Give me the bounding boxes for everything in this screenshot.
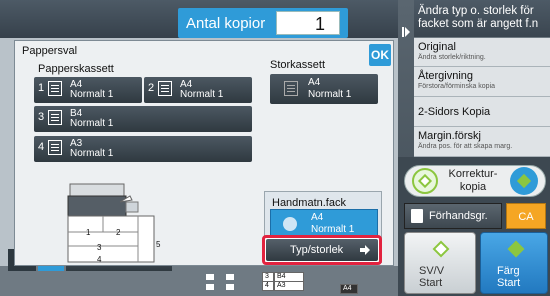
- tray-number: 2: [148, 82, 155, 94]
- rp-item-duplex[interactable]: 2-Sidors Kopia: [414, 97, 550, 127]
- tray-icon: [226, 284, 234, 290]
- color-start-button[interactable]: Färg Start: [480, 232, 548, 294]
- right-panel-header: Ändra typ o. storlek för facket som är a…: [414, 0, 550, 38]
- machine-tray-3: 3: [97, 243, 102, 252]
- ok-button[interactable]: OK: [369, 44, 391, 66]
- rp-item-original[interactable]: Original Ändra storlek/riktning.: [414, 38, 550, 67]
- tray-icon: [48, 140, 62, 155]
- bypass-tray-size: A4: [311, 212, 324, 223]
- copies-label: Antal kopior: [186, 15, 266, 32]
- diamond-icon: [432, 240, 450, 258]
- proof-color-icon[interactable]: [510, 167, 538, 195]
- copies-box: Antal kopior 1: [178, 8, 348, 38]
- large-tray[interactable]: A4 Normalt 1: [270, 74, 378, 104]
- bypass-tray-icon: [283, 217, 297, 231]
- paper-output-size: A4: [340, 284, 358, 294]
- bottom-tray-indicator: 3 B4 4 A3 A4: [206, 270, 358, 294]
- proof-bw-icon: [412, 168, 438, 194]
- bypass-label: Handmatn.fack: [272, 197, 346, 209]
- tray-type: Normalt 1: [308, 89, 352, 100]
- tray-icon: [48, 110, 62, 125]
- preview-button[interactable]: Förhandsgr.: [404, 203, 502, 229]
- rp-item-margin-shift[interactable]: Margin.förskj Ändra pos. för att skapa m…: [414, 127, 550, 157]
- color-start-line2: Start: [497, 277, 521, 289]
- tray-type: Normalt 1: [180, 89, 224, 100]
- large-tray-icon: [284, 81, 298, 96]
- paper-tray-num: 4: [262, 281, 274, 291]
- tray-4[interactable]: 4 A3 Normalt 1: [34, 136, 252, 162]
- tray-icon: [158, 81, 172, 96]
- copies-input[interactable]: 1: [276, 11, 340, 35]
- tray-type: Normalt 1: [70, 118, 114, 129]
- arrow-right-icon: [360, 245, 370, 255]
- rp-item-reproduction[interactable]: Återgivning Förstora/förminska kopia: [414, 67, 550, 97]
- bw-start-line2: Start: [419, 277, 443, 289]
- large-tray-label: Storkassett: [270, 59, 326, 71]
- tray-icon: [48, 81, 62, 96]
- machine-tray-5: 5: [156, 240, 161, 249]
- preview-icon: [411, 209, 423, 223]
- arrow-right-icon: [402, 27, 410, 37]
- panel-title: Pappersval: [22, 45, 78, 57]
- tray-icon: [226, 274, 234, 280]
- tray-3[interactable]: 3 B4 Normalt 1: [34, 106, 252, 132]
- bw-start-line1: SV/V: [419, 265, 445, 277]
- tray-2[interactable]: 2 A4 Normalt 1: [144, 77, 252, 103]
- trays-label: Papperskassett: [38, 63, 114, 75]
- bypass-tray-type: Normalt 1: [311, 224, 355, 235]
- tray-icon: [206, 284, 214, 290]
- type-size-button[interactable]: Typ/storlek: [266, 239, 378, 261]
- machine-tray-1: 1: [86, 228, 91, 237]
- type-size-label: Typ/storlek: [290, 244, 344, 256]
- tray-number: 1: [38, 82, 45, 94]
- color-start-line1: Färg: [497, 265, 520, 277]
- clear-all-button[interactable]: CA: [506, 203, 546, 229]
- tray-number: 4: [38, 141, 45, 153]
- proof-copy-label: Korrektur-kopia: [448, 168, 498, 193]
- diamond-icon: [507, 240, 525, 258]
- preview-label: Förhandsgr.: [429, 210, 488, 222]
- copier-illustration: [67, 183, 155, 263]
- tray-1[interactable]: 1 A4 Normalt 1: [34, 77, 142, 103]
- tray-size: A4: [308, 77, 321, 88]
- machine-tray-4: 4: [97, 255, 102, 264]
- bw-start-button[interactable]: SV/V Start: [404, 232, 476, 294]
- tray-number: 3: [38, 111, 45, 123]
- tray-type: Normalt 1: [70, 148, 114, 159]
- paper-tray-size: A3: [274, 281, 304, 291]
- tray-type: Normalt 1: [70, 89, 114, 100]
- machine-tray-2: 2: [116, 228, 121, 237]
- tray-icon: [206, 274, 214, 280]
